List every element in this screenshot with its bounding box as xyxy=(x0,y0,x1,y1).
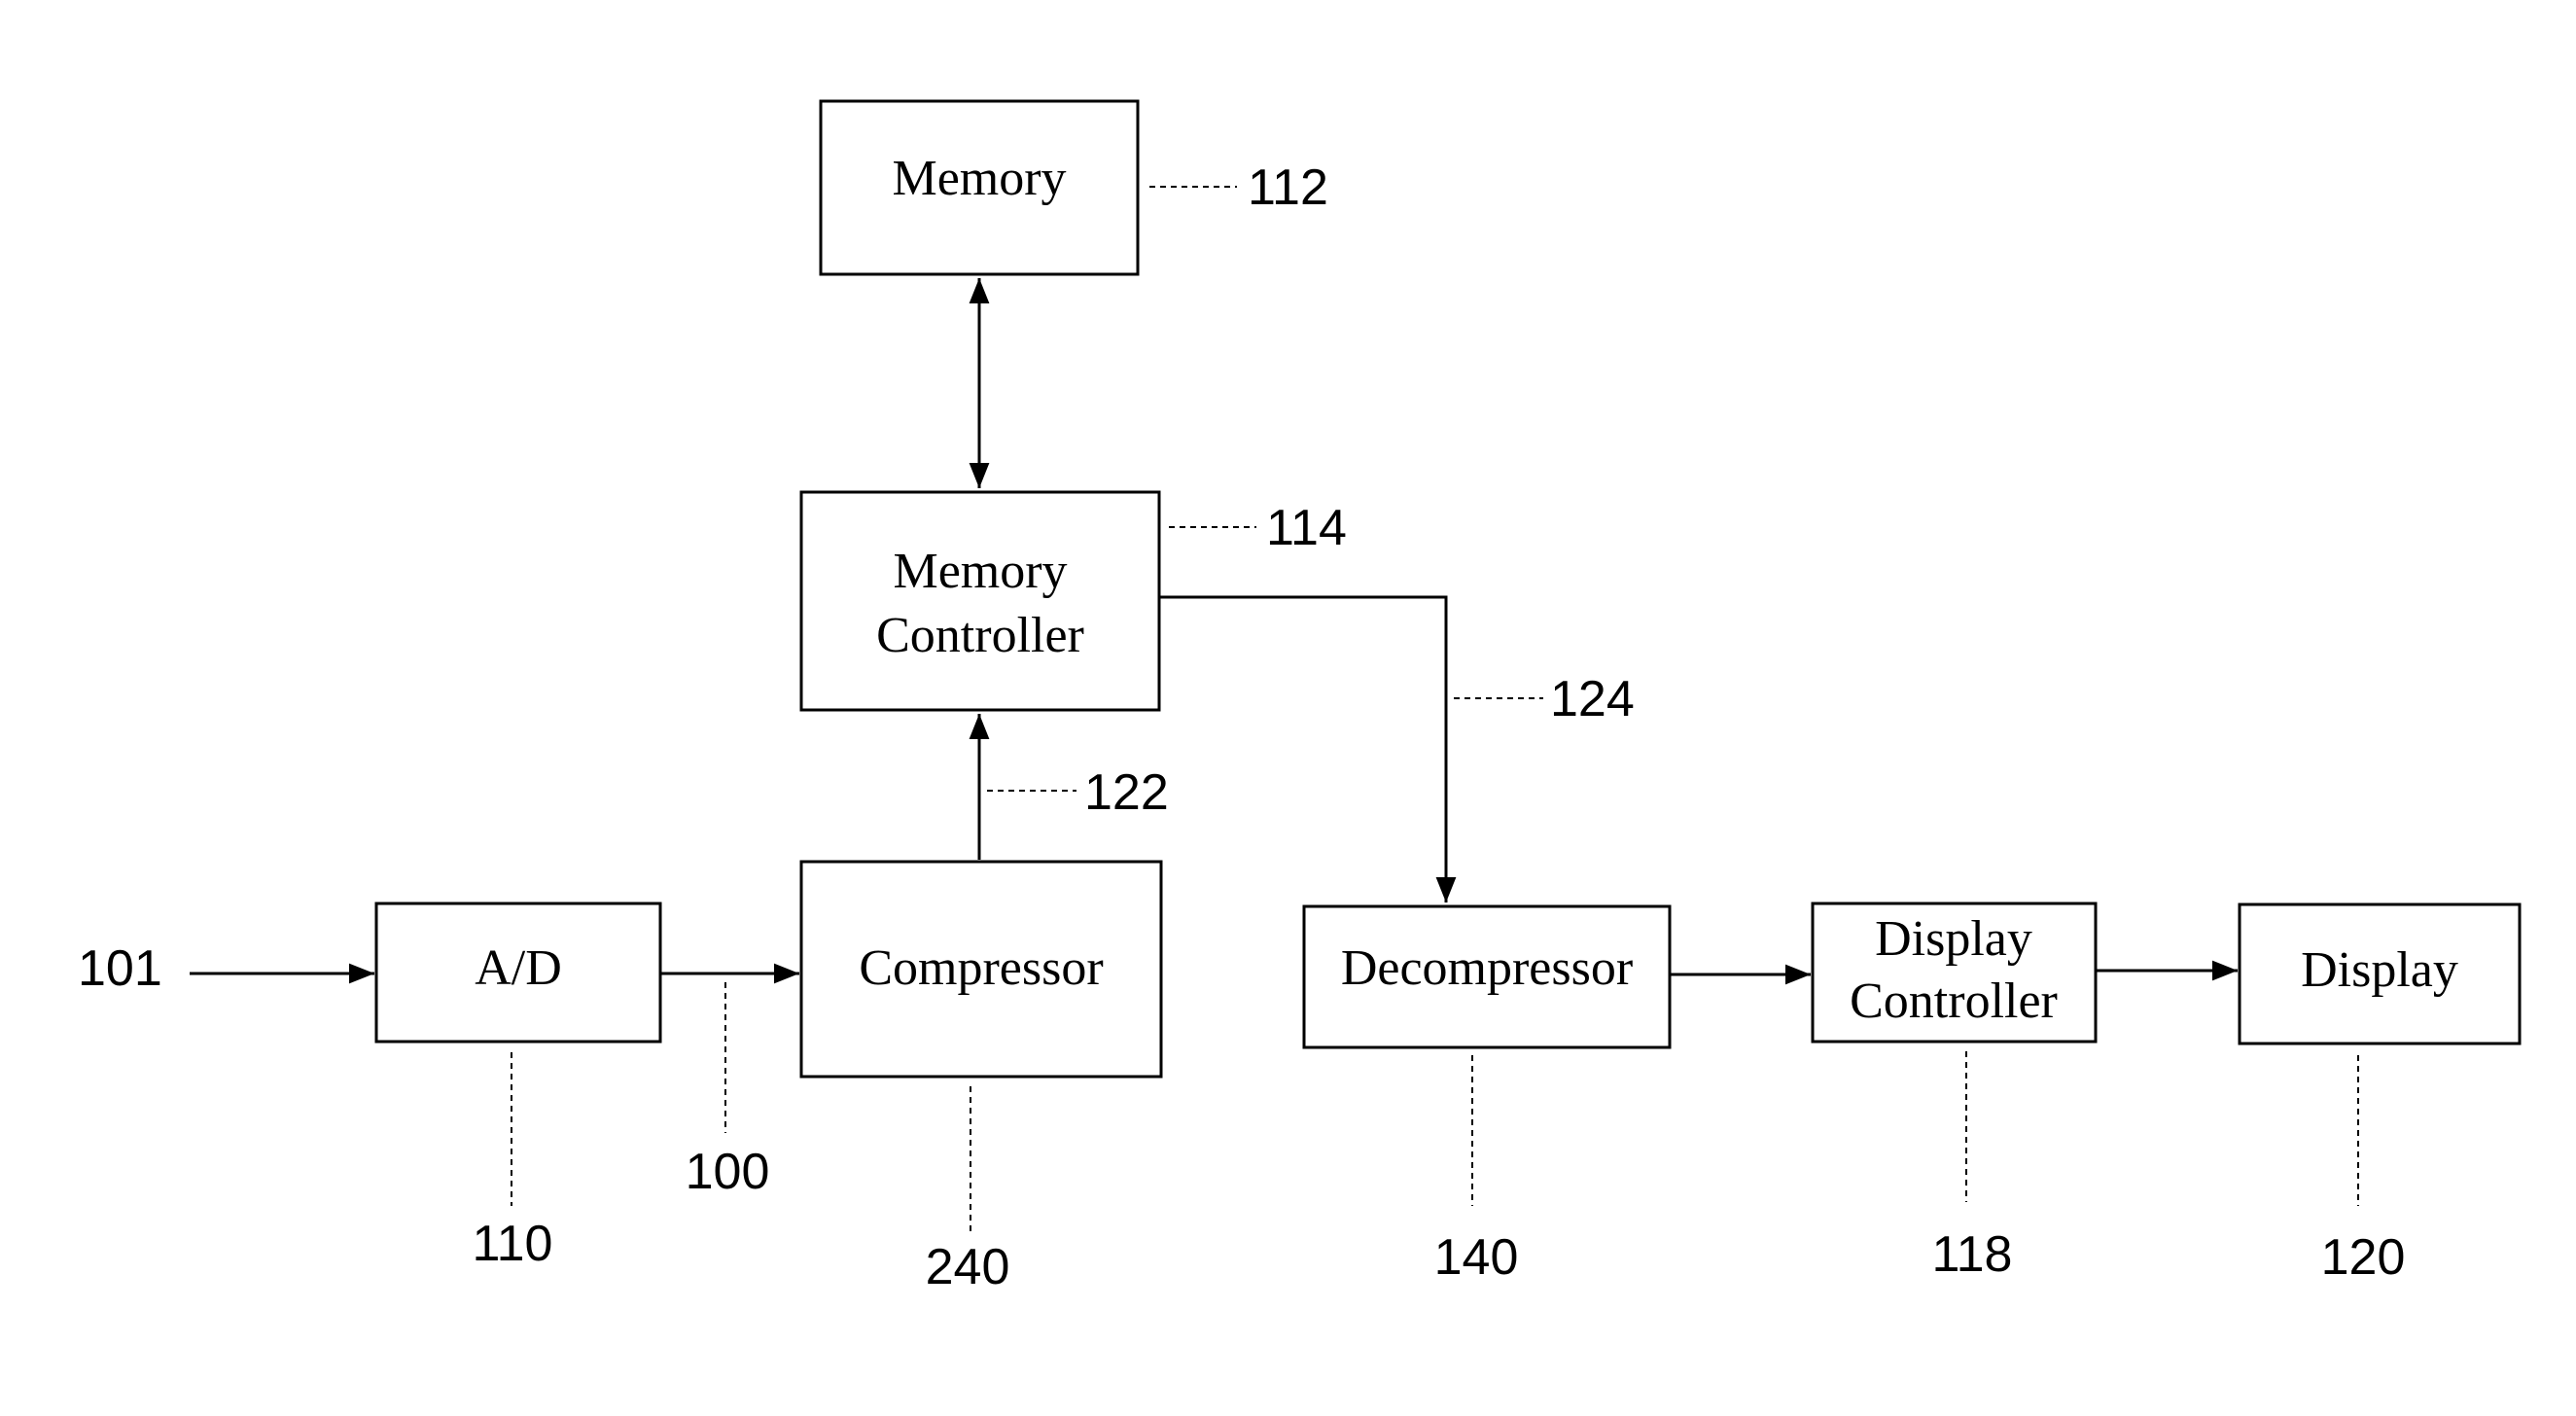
ref-112: 112 xyxy=(1248,159,1328,216)
memory-controller-label-line1: Memory xyxy=(893,544,1067,599)
ref-100: 100 xyxy=(686,1144,770,1200)
decompressor-block: Decompressor xyxy=(1302,904,1672,1049)
ad-label: A/D xyxy=(475,940,562,996)
memory-label: Memory xyxy=(892,151,1066,206)
display-controller-block: Display Controller xyxy=(1811,902,2098,1044)
display-label: Display xyxy=(2301,942,2458,998)
ref-118: 118 xyxy=(1932,1226,2013,1283)
ref-240: 240 xyxy=(926,1239,1010,1295)
compressor-block: Compressor xyxy=(799,860,1163,1079)
memory-controller-block: Memory Controller xyxy=(799,490,1161,712)
memory-controller-label-line2: Controller xyxy=(876,608,1084,663)
memory-block: Memory xyxy=(819,99,1140,276)
ref-140: 140 xyxy=(1434,1229,1519,1286)
display-controller-label-line1: Display xyxy=(1875,911,2032,967)
ref-114: 114 xyxy=(1266,500,1347,556)
block-diagram: Memory Memory Controller Compressor A/D … xyxy=(78,99,2522,1295)
display-controller-label-line2: Controller xyxy=(1850,974,2058,1029)
ref-124: 124 xyxy=(1550,671,1635,727)
ref-110: 110 xyxy=(473,1216,553,1272)
ad-block: A/D xyxy=(374,902,662,1044)
memctrl-to-decompressor-arrow xyxy=(1159,595,1457,903)
decompressor-label: Decompressor xyxy=(1341,940,1633,996)
ref-122: 122 xyxy=(1084,764,1169,821)
compressor-label: Compressor xyxy=(859,940,1103,996)
display-block: Display xyxy=(2238,903,2522,1045)
ref-120: 120 xyxy=(2321,1229,2406,1286)
ref-101: 101 xyxy=(78,940,162,997)
